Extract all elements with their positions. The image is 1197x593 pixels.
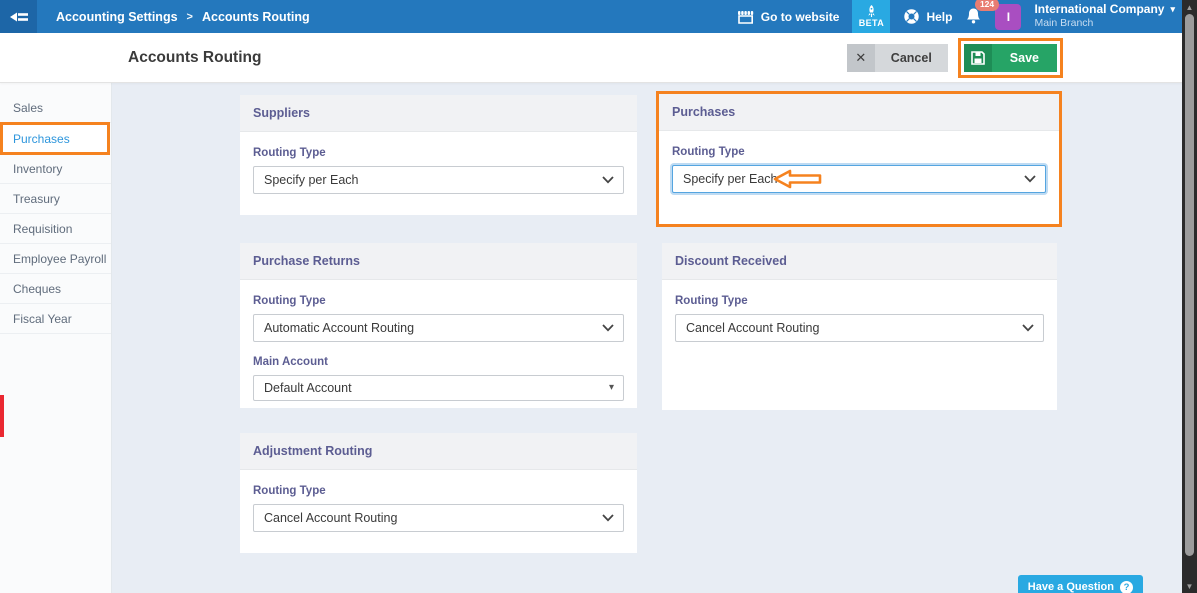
routing-type-label: Routing Type [253, 470, 624, 497]
select-value: Automatic Account Routing [264, 321, 414, 335]
panel-purchase-returns-title: Purchase Returns [240, 243, 637, 280]
purchases-routing-type-select[interactable]: Specify per Each [672, 165, 1046, 193]
company-branch-label: Main Branch [1034, 17, 1175, 30]
beta-button[interactable]: BETA [852, 0, 890, 33]
collapse-menu-button[interactable] [0, 0, 37, 33]
close-icon: ✕ [847, 44, 875, 72]
save-button[interactable]: Save [964, 44, 1057, 72]
save-highlight-box: Save [958, 38, 1063, 78]
help-link[interactable]: Help [903, 8, 952, 25]
notification-badge: 124 [975, 0, 998, 11]
have-a-question-button[interactable]: Have a Question ? [1018, 575, 1143, 593]
storefront-icon [737, 10, 755, 24]
vertical-scrollbar[interactable]: ▲ ▼ [1182, 0, 1197, 593]
suppliers-routing-type-select[interactable]: Specify per Each [253, 166, 624, 194]
panel-suppliers-title: Suppliers [240, 95, 637, 132]
feedback-side-tab[interactable] [0, 395, 4, 437]
purchase-returns-routing-type-select[interactable]: Automatic Account Routing [253, 314, 624, 342]
collapse-menu-icon [9, 9, 29, 25]
scroll-down-arrow-icon[interactable]: ▼ [1182, 579, 1197, 593]
sidebar-item-purchases[interactable]: Purchases [0, 122, 110, 155]
sidebar-item-inventory[interactable]: Inventory [0, 154, 111, 184]
company-name-label: International Company [1034, 2, 1164, 17]
routing-type-label: Routing Type [675, 280, 1044, 307]
floppy-icon [964, 44, 992, 72]
sidebar-item-treasury[interactable]: Treasury [0, 184, 111, 214]
chevron-down-icon [602, 514, 614, 522]
sidebar-item-cheques[interactable]: Cheques [0, 274, 111, 304]
sidebar-item-sales[interactable]: Sales [0, 93, 111, 123]
routing-type-label: Routing Type [672, 131, 1046, 158]
action-buttons: ✕ Cancel Save [847, 33, 1063, 83]
chevron-down-icon: ▾ [1170, 4, 1175, 15]
panel-discount-received: Discount Received Routing Type Cancel Ac… [662, 243, 1057, 410]
go-to-website-link[interactable]: Go to website [737, 10, 840, 24]
main-account-select[interactable]: Default Account ▾ [253, 375, 624, 401]
go-to-website-label: Go to website [761, 10, 840, 24]
annotation-arrow-icon [773, 169, 823, 189]
notifications-button[interactable]: 124 [965, 4, 982, 30]
select-value: Cancel Account Routing [686, 321, 819, 335]
chevron-down-icon [602, 324, 614, 332]
sidebar-item-employee-payroll[interactable]: Employee Payroll [0, 244, 111, 274]
chevron-down-icon [602, 176, 614, 184]
select-value: Specify per Each [683, 172, 778, 186]
company-avatar[interactable]: I [995, 4, 1021, 30]
routing-type-label: Routing Type [253, 280, 624, 307]
lifebuoy-icon [903, 8, 920, 25]
purchases-highlight-box: Purchases Routing Type Specify per Each [656, 91, 1062, 227]
breadcrumb-separator: > [187, 11, 193, 23]
breadcrumb-item-accounts-routing[interactable]: Accounts Routing [202, 10, 310, 24]
scrollbar-thumb[interactable] [1185, 14, 1194, 556]
settings-sidebar: Sales Purchases Inventory Treasury Requi… [0, 83, 112, 593]
company-menu[interactable]: International Company ▾ Main Branch [1034, 2, 1175, 30]
cancel-button-label: Cancel [875, 51, 948, 65]
chevron-down-icon [1024, 175, 1036, 183]
discount-received-routing-type-select[interactable]: Cancel Account Routing [675, 314, 1044, 342]
main-account-label: Main Account [253, 342, 624, 368]
panel-discount-received-title: Discount Received [662, 243, 1057, 280]
panel-adjustment-routing: Adjustment Routing Routing Type Cancel A… [240, 433, 637, 553]
cancel-button[interactable]: ✕ Cancel [847, 44, 948, 72]
action-bar: Accounts Routing ✕ Cancel Save [0, 33, 1197, 83]
beta-label: BETA [859, 18, 884, 28]
scroll-up-arrow-icon[interactable]: ▲ [1182, 0, 1197, 14]
select-value: Cancel Account Routing [264, 511, 397, 525]
save-button-label: Save [992, 51, 1057, 65]
chevron-down-icon [1022, 324, 1034, 332]
app-window: Accounting Settings > Accounts Routing G… [0, 0, 1197, 593]
sidebar-item-requisition[interactable]: Requisition [0, 214, 111, 244]
have-a-question-label: Have a Question [1028, 581, 1114, 593]
chevron-down-icon: ▾ [609, 382, 614, 393]
panel-purchases: Purchases Routing Type Specify per Each [659, 94, 1059, 224]
breadcrumb: Accounting Settings > Accounts Routing [56, 0, 310, 33]
panel-suppliers: Suppliers Routing Type Specify per Each [240, 95, 637, 215]
rocket-icon [866, 5, 877, 18]
company-avatar-initial: I [1007, 10, 1010, 24]
select-value: Specify per Each [264, 173, 359, 187]
breadcrumb-item-accounting-settings[interactable]: Accounting Settings [56, 10, 178, 24]
question-mark-icon: ? [1120, 581, 1133, 593]
help-label: Help [926, 10, 952, 24]
topbar: Accounting Settings > Accounts Routing G… [0, 0, 1197, 33]
adjustment-routing-type-select[interactable]: Cancel Account Routing [253, 504, 624, 532]
panel-purchases-title: Purchases [659, 94, 1059, 131]
panel-purchase-returns: Purchase Returns Routing Type Automatic … [240, 243, 637, 408]
page-title: Accounts Routing [128, 33, 261, 83]
select-value: Default Account [264, 381, 352, 395]
sidebar-item-fiscal-year[interactable]: Fiscal Year [0, 304, 111, 334]
panel-adjustment-routing-title: Adjustment Routing [240, 433, 637, 470]
routing-type-label: Routing Type [253, 132, 624, 159]
topbar-right: Go to website BETA Help [737, 0, 1175, 33]
